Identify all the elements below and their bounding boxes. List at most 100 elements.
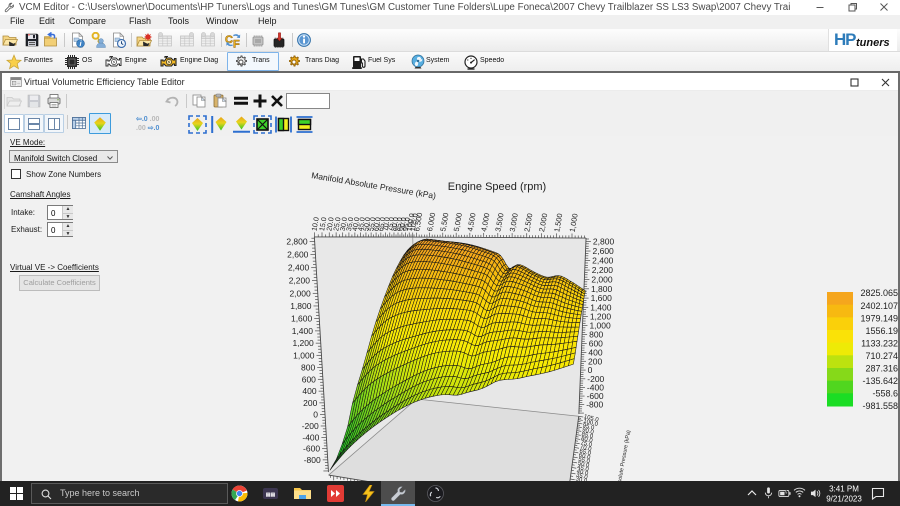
- menu-edit[interactable]: Edit: [39, 16, 55, 26]
- vcm-editor-taskbar-icon[interactable]: [390, 485, 407, 502]
- menu-tools[interactable]: Tools: [168, 16, 189, 26]
- menu-flash[interactable]: Flash: [129, 16, 151, 26]
- chrome-icon[interactable]: [231, 485, 248, 502]
- red-app-icon[interactable]: [327, 485, 344, 502]
- svg-text:1,800: 1,800: [591, 284, 613, 294]
- hptuners-logo: HP tuners: [828, 29, 897, 51]
- engine-diag-icon: [160, 54, 178, 70]
- tab-os[interactable]: OS: [64, 52, 94, 71]
- menu-file[interactable]: File: [10, 16, 25, 26]
- close-file-button[interactable]: [43, 32, 59, 48]
- zone-row-button[interactable]: [295, 115, 314, 134]
- svg-text:1,000: 1,000: [293, 350, 315, 360]
- tab-trans-diag[interactable]: Trans Diag: [286, 52, 344, 71]
- main-toolbar: i CF HP tuners: [0, 29, 900, 52]
- child-close-button[interactable]: [879, 76, 892, 89]
- ribbon-tab-bar: Favorites OS Engine Engine Diag Trans Tr…: [0, 52, 900, 71]
- svg-text:710.274: 710.274: [865, 351, 898, 361]
- svg-text:5,500: 5,500: [438, 212, 450, 232]
- set-equal-button[interactable]: [232, 93, 250, 109]
- tray-chevron-icon[interactable]: [747, 489, 757, 497]
- info-button[interactable]: [296, 32, 312, 48]
- view-split-vertical-button[interactable]: [44, 114, 64, 133]
- close-button[interactable]: [877, 0, 891, 14]
- tab-speedo[interactable]: Speedo: [463, 52, 507, 71]
- svg-text:2,200: 2,200: [289, 276, 311, 286]
- add-decimal-button[interactable]: ⇦.0: [136, 116, 148, 123]
- svg-text:2,400: 2,400: [288, 263, 310, 273]
- copy-button[interactable]: [191, 93, 207, 109]
- toolbar-separator: [66, 94, 67, 108]
- menu-bar: File Edit Compare Flash Tools Window Hel…: [0, 15, 900, 29]
- microphone-icon[interactable]: [764, 487, 773, 500]
- tab-trans[interactable]: Trans: [233, 52, 277, 71]
- wifi-icon[interactable]: [793, 487, 806, 498]
- svg-text:0: 0: [313, 409, 318, 419]
- view-single-pane-button[interactable]: [4, 114, 24, 133]
- tab-engine-diag[interactable]: Engine Diag: [160, 52, 222, 71]
- svg-text:2,500: 2,500: [522, 212, 534, 232]
- table-save-button[interactable]: [26, 93, 42, 109]
- multiply-value-button[interactable]: [270, 93, 284, 109]
- minimize-button[interactable]: [813, 0, 827, 14]
- remove-decimal-button[interactable]: ⇨.0: [148, 125, 160, 132]
- tab-fuel-sys[interactable]: Fuel Sys: [351, 52, 397, 71]
- read-vehicle-button[interactable]: [250, 32, 266, 48]
- tray-clock[interactable]: 3:41 PM9/21/2023: [822, 483, 866, 504]
- lightning-app-icon[interactable]: [361, 485, 376, 502]
- compare-table2-button[interactable]: [179, 32, 195, 48]
- new-folder-button[interactable]: [136, 32, 152, 48]
- legend-labels: 2825.0652402.1071979.1491556.191133.2327…: [860, 288, 898, 411]
- menu-help[interactable]: Help: [258, 16, 277, 26]
- compare-table1-button[interactable]: [157, 32, 173, 48]
- svg-text:1,000: 1,000: [589, 321, 611, 331]
- menu-window[interactable]: Window: [206, 16, 238, 26]
- tab-favorites[interactable]: Favorites: [6, 52, 58, 71]
- surface-pan-y-button[interactable]: [210, 115, 229, 134]
- surface-select-mode-button[interactable]: [188, 115, 207, 134]
- compare-table3-button[interactable]: [200, 32, 216, 48]
- svg-text:1,400: 1,400: [590, 302, 612, 312]
- file-history-button[interactable]: [111, 32, 127, 48]
- zone-select-button[interactable]: [253, 115, 272, 134]
- print-button[interactable]: [46, 93, 62, 109]
- table-view-button[interactable]: [71, 115, 87, 131]
- svg-text:2,600: 2,600: [287, 250, 309, 260]
- tab-engine[interactable]: Engine: [105, 52, 149, 71]
- svg-text:0: 0: [588, 365, 593, 375]
- vehicle-info-button[interactable]: i: [70, 32, 86, 48]
- zone-column-button[interactable]: [274, 115, 293, 134]
- table-open-button[interactable]: [6, 93, 22, 109]
- file-explorer-icon[interactable]: [293, 485, 312, 502]
- paste-button[interactable]: [212, 93, 228, 109]
- ve-surface-chart[interactable]: -800-800-600-600-400-400-200-20000200200…: [0, 136, 900, 481]
- battery-icon[interactable]: [778, 489, 791, 498]
- obs-icon[interactable]: [427, 485, 444, 502]
- license-info-button[interactable]: [91, 32, 107, 48]
- gear-icon: [233, 54, 249, 70]
- undo-button[interactable]: [164, 93, 180, 109]
- menu-compare[interactable]: Compare: [69, 16, 106, 26]
- compare-cf-button[interactable]: CF: [225, 32, 241, 48]
- maximize-button[interactable]: [845, 0, 859, 14]
- child-toolbar: ⇦.0 .00.00 ⇨.0: [2, 91, 898, 136]
- decimal-buttons[interactable]: ⇦.0 .00.00 ⇨.0: [136, 115, 176, 133]
- search-icon: [41, 489, 52, 500]
- svg-text:5,000: 5,000: [452, 212, 464, 232]
- add-value-button[interactable]: [252, 93, 268, 109]
- dark-app-icon[interactable]: ▤▤: [263, 485, 278, 502]
- view-split-horizontal-button[interactable]: [24, 114, 44, 133]
- surface-pan-z-button[interactable]: [232, 115, 251, 134]
- taskbar-search-box[interactable]: Type here to search: [31, 483, 228, 504]
- value-input[interactable]: [286, 93, 330, 109]
- svg-text:2,600: 2,600: [593, 246, 615, 256]
- save-file-button[interactable]: [24, 32, 40, 48]
- surface-view-button-selected[interactable]: [89, 113, 111, 134]
- start-button[interactable]: [10, 487, 23, 500]
- action-center-icon[interactable]: [871, 487, 885, 500]
- open-file-button[interactable]: [2, 32, 18, 48]
- child-maximize-button[interactable]: [848, 76, 861, 89]
- write-vehicle-button[interactable]: [271, 32, 287, 48]
- volume-icon[interactable]: [810, 488, 822, 499]
- tab-system[interactable]: System: [410, 52, 452, 71]
